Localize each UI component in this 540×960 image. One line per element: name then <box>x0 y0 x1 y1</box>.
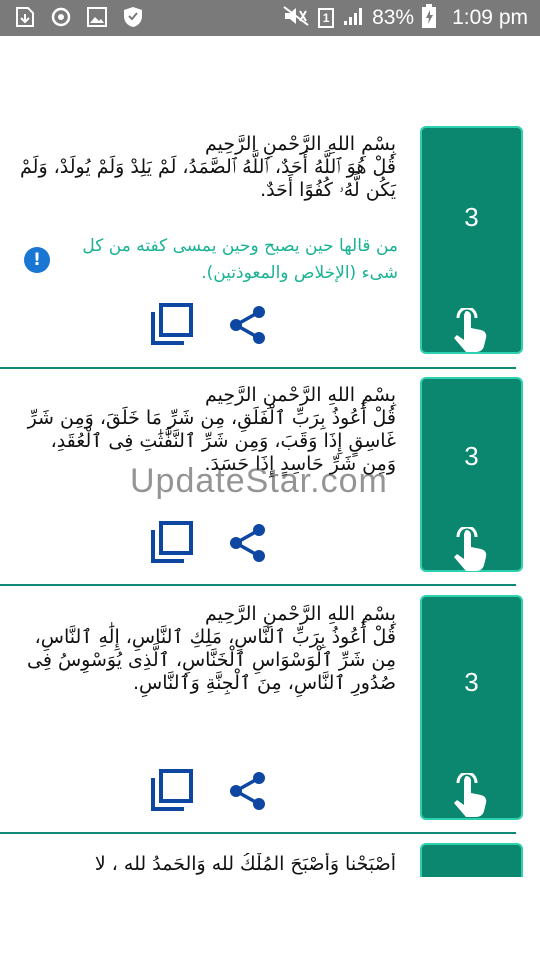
copy-icon[interactable] <box>150 768 194 812</box>
counter-value: 3 <box>464 667 479 697</box>
shield-icon <box>122 6 144 28</box>
dhikr-text: بِسْمِ اللهِ الرَّحْمنِ الرَّحِيم قُلْ ه… <box>18 133 396 202</box>
bottom-area <box>0 877 540 960</box>
counter-value: 3 <box>464 202 479 232</box>
tap-hand-icon <box>452 306 494 354</box>
download-notification-icon <box>14 6 36 28</box>
tap-hand-icon <box>452 771 494 819</box>
counter-button[interactable]: 3 <box>420 595 523 820</box>
basmala-text: بِسْمِ اللهِ الرَّحْمنِ الرَّحِيم <box>205 603 396 625</box>
info-icon[interactable]: ! <box>24 247 50 273</box>
gallery-icon <box>86 6 108 28</box>
counter-button[interactable]: 3 <box>420 126 523 354</box>
sync-icon <box>50 6 72 28</box>
watermark-text: UpdateStar.com <box>130 462 388 500</box>
copy-icon[interactable] <box>150 520 194 564</box>
dhikr-verse-text: أَصْبَحْنا وَأَصْبَحَ المُلْكُ لله وَالح… <box>94 853 396 875</box>
share-icon[interactable] <box>228 305 268 345</box>
dhikr-note: من قالها حين يصبح وحين يمسى كفته من كل ش… <box>82 236 398 283</box>
divider <box>0 832 516 834</box>
dhikr-text: أَصْبَحْنا وَأَصْبَحَ المُلْكُ لله وَالح… <box>18 853 396 877</box>
mute-icon <box>282 5 310 32</box>
tap-hand-icon <box>452 525 494 573</box>
basmala-text: بِسْمِ اللهِ الرَّحْمنِ الرَّحِيم <box>205 133 396 155</box>
divider <box>0 367 516 369</box>
dhikr-verse-text: قُلْ أَعُوذُ بِرَبِّ ٱلنَّاسِ، مَلِكِ ٱل… <box>27 626 396 694</box>
battery-charging-icon <box>422 3 437 33</box>
signal-icon <box>342 5 364 32</box>
clock: 1:09 pm <box>452 6 528 29</box>
share-icon[interactable] <box>228 771 268 811</box>
dhikr-text: بِسْمِ اللهِ الرَّحْمنِ الرَّحِيم قُلْ أ… <box>18 603 396 695</box>
share-icon[interactable] <box>228 523 268 563</box>
copy-icon[interactable] <box>150 302 194 346</box>
counter-value: 3 <box>464 441 479 471</box>
divider <box>0 584 516 586</box>
counter-button[interactable]: 3 <box>420 377 523 572</box>
basmala-text: بِسْمِ اللهِ الرَّحْمنِ الرَّحِيم <box>205 384 396 406</box>
sim-icon: 1 <box>318 8 335 28</box>
battery-percent: 83% <box>372 6 415 29</box>
status-bar: 1 83% 1:09 pm <box>0 0 540 36</box>
dhikr-verse-text: قُلْ هُوَ ٱللَّهُ أَحَدٌ، ٱللَّهُ ٱلصَّم… <box>20 156 396 201</box>
